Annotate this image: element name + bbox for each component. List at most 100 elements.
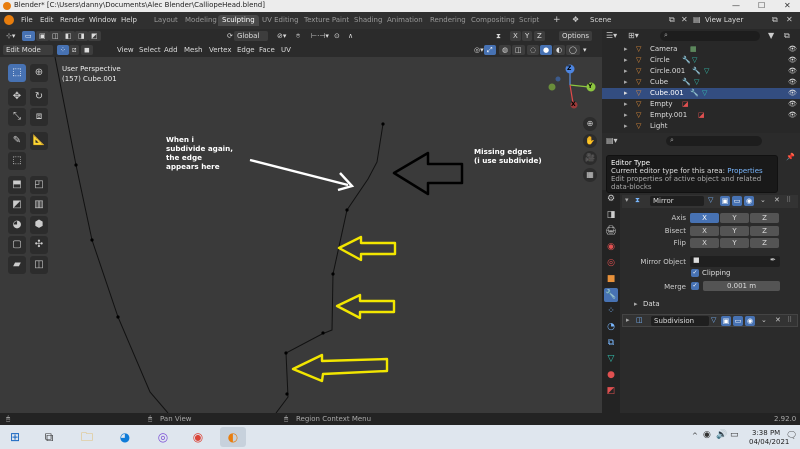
select-mode-subtract-icon[interactable]: ◧ (62, 31, 75, 41)
modifier-tab-icon[interactable]: 🔧 (604, 288, 618, 302)
menu-window[interactable]: Window (89, 16, 117, 24)
add-workspace-icon[interactable]: + (553, 15, 561, 25)
dropdown-arrow-icon[interactable]: ⌄ (760, 196, 766, 204)
menu-select[interactable]: Select (136, 45, 164, 55)
snap-target-icon[interactable]: ⊢·⊣▾ (308, 31, 332, 41)
perspective-toggle-icon[interactable]: ▦ (583, 168, 597, 182)
shading-options-icon[interactable]: ▾ (580, 45, 590, 55)
overlays-toggle-icon[interactable]: ◍ (499, 45, 512, 55)
tab-compositing[interactable]: Compositing (467, 15, 519, 26)
scene-icon[interactable]: ❖ (572, 15, 579, 24)
proportional-falloff-icon[interactable]: ∧ (345, 31, 356, 41)
vertex-select-icon[interactable]: ⁘ (57, 45, 69, 55)
expand-arrow-icon[interactable]: ▸ (624, 77, 628, 88)
visibility-eye-icon[interactable]: 👁 (788, 110, 797, 121)
filter-icon[interactable]: ▼ (768, 31, 774, 40)
physics-tab-icon[interactable]: ◔ (604, 320, 618, 334)
edge-browser-icon[interactable]: ◕ (112, 427, 138, 447)
constraints-tab-icon[interactable]: ⧉ (604, 336, 618, 350)
measure-tool-icon[interactable]: 📐 (30, 132, 48, 150)
network-icon[interactable]: ◉ (703, 430, 711, 440)
outliner-item-cube-001[interactable]: ▸ ▽ Cube.001 🔧 ▽ 👁 (602, 88, 800, 99)
blender-menu-icon[interactable] (4, 15, 14, 25)
notifications-icon[interactable]: 🗨 (786, 431, 797, 441)
mirror-axis-y[interactable]: Y (522, 31, 533, 41)
properties-search-input[interactable] (666, 136, 762, 146)
shear-tool-icon[interactable]: ▰ (8, 256, 26, 274)
expand-arrow-icon[interactable]: ▸ (624, 66, 628, 77)
transform-tool-icon[interactable]: ⧈ (30, 108, 48, 126)
loop-cut-tool-icon[interactable]: ▥ (30, 196, 48, 214)
menu-edit[interactable]: Edit (40, 16, 54, 24)
collapse-arrow-icon[interactable]: ▾ (625, 196, 629, 204)
view-layer-icon[interactable]: ▤ (693, 15, 701, 24)
blender-taskbar-icon[interactable]: ◐ (220, 427, 246, 447)
merge-checkbox[interactable]: ✓ (691, 282, 699, 290)
flip-x-toggle[interactable]: X (690, 238, 719, 248)
object-tab-icon[interactable]: ■ (604, 272, 618, 286)
maximize-button[interactable]: ☐ (758, 1, 765, 10)
menu-file[interactable]: File (21, 16, 33, 24)
menu-help[interactable]: Help (121, 16, 137, 24)
gizmo-toggle-icon[interactable]: ⤢ (484, 45, 496, 55)
cage-toggle-icon[interactable]: ▣ (721, 316, 731, 326)
visibility-eye-icon[interactable]: 👁 (788, 66, 797, 77)
cage-toggle-icon[interactable]: ▣ (720, 196, 730, 206)
gizmo-x-label[interactable]: X (571, 101, 576, 108)
render-toggle-icon[interactable]: ◉ (745, 316, 755, 326)
snap-toggle-icon[interactable]: ⌾ (293, 31, 303, 41)
rotate-tool-icon[interactable]: ↻ (30, 88, 48, 106)
outliner-item-circle[interactable]: ▸ ▽ Circle 🔧 ▽ 👁 (602, 55, 800, 66)
axis-x-toggle[interactable]: X (690, 213, 719, 223)
mirror-options-icon[interactable]: ⧗ (493, 31, 504, 41)
menu-render[interactable]: Render (60, 16, 85, 24)
expand-arrow-icon[interactable]: ▸ (626, 316, 630, 324)
expand-arrow-icon[interactable]: ▸ (624, 55, 628, 66)
cursor-tool-icon[interactable]: ⊕ (30, 64, 48, 82)
eyedropper-icon[interactable]: ✒ (770, 256, 776, 264)
extrude-tool-icon[interactable]: ⬒ (8, 176, 26, 194)
axis-z-toggle[interactable]: Z (750, 213, 779, 223)
rip-tool-icon[interactable]: ◫ (30, 256, 48, 274)
tab-animation[interactable]: Animation (383, 15, 427, 26)
shading-rendered-icon[interactable]: ◯ (566, 45, 580, 55)
scene-name[interactable]: Scene (590, 16, 611, 24)
drag-handle-icon[interactable]: ⠿ (787, 316, 792, 324)
select-mode-invert-icon[interactable]: ◨ (75, 31, 88, 41)
mirror-axis-z[interactable]: Z (534, 31, 545, 41)
new-view-layer-icon[interactable]: ⧉ (772, 15, 778, 25)
axis-y-toggle[interactable]: Y (720, 213, 749, 223)
select-mode-new-icon[interactable]: ▣ (36, 31, 49, 41)
viewport-toggle-icon[interactable]: ▭ (733, 316, 743, 326)
new-scene-icon[interactable]: ⧉ (669, 15, 675, 25)
tab-sculpting[interactable]: Sculpting (218, 15, 259, 26)
data-tab-icon[interactable]: ▽ (604, 352, 618, 366)
tab-modeling[interactable]: Modeling (181, 15, 221, 26)
outliner-item-light[interactable]: ▸ ▽ Light (602, 121, 800, 130)
menu-mesh[interactable]: Mesh (181, 45, 205, 55)
visibility-eye-icon[interactable]: 👁 (788, 99, 797, 110)
annotate-tool-icon[interactable]: ✎ (8, 132, 26, 150)
menu-edge[interactable]: Edge (234, 45, 258, 55)
editor-type-icon[interactable]: ⊹▾ (3, 31, 18, 41)
viber-icon[interactable]: ◎ (150, 427, 176, 447)
expand-arrow-icon[interactable]: ▸ (624, 99, 628, 110)
properties-editor-icon[interactable]: ▤▾ (606, 136, 618, 145)
tab-shading[interactable]: Shading (350, 15, 386, 26)
inset-tool-icon[interactable]: ◰ (30, 176, 48, 194)
dropdown-arrow-icon[interactable]: ⌄ (761, 316, 767, 324)
smooth-tool-icon[interactable]: ✣ (30, 236, 48, 254)
gizmo-y-label[interactable]: Y (588, 83, 592, 90)
expand-arrow-icon[interactable]: ▸ (624, 44, 628, 55)
gizmo-z-label[interactable]: Z (567, 65, 571, 72)
visibility-eye-icon[interactable]: 👁 (788, 77, 797, 88)
texture-tab-icon[interactable]: ◩ (604, 384, 618, 398)
pivot-point-icon[interactable]: ⊘▾ (274, 31, 289, 41)
outliner-item-empty[interactable]: ▸ ▽ Empty ◪ 👁 (602, 99, 800, 110)
delete-scene-icon[interactable]: ✕ (681, 15, 688, 24)
data-subpanel-label[interactable]: Data (643, 300, 660, 308)
camera-view-icon[interactable]: 🎥 (583, 151, 597, 165)
edit-mode-toggle-icon[interactable]: ▽ (711, 316, 716, 324)
new-collection-icon[interactable]: ⧉ (784, 31, 790, 41)
render-tab-icon[interactable]: ◨ (604, 208, 618, 222)
